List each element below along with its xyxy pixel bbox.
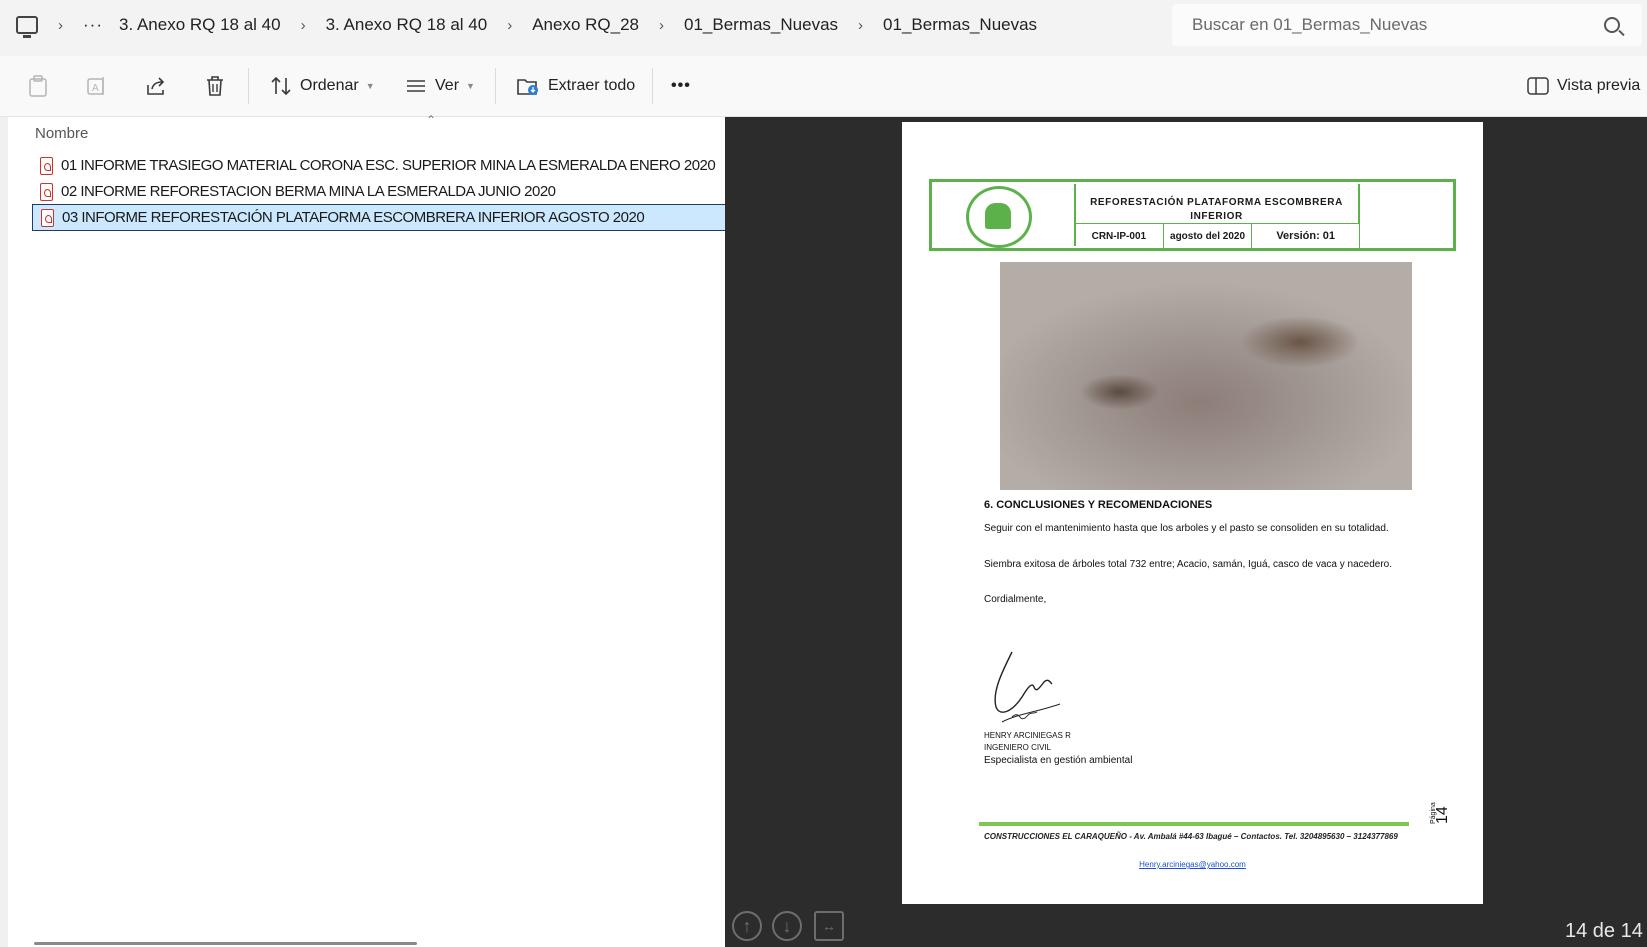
reforestation-photo	[1000, 262, 1412, 490]
sort-ascending-icon: ⌃	[426, 113, 437, 127]
breadcrumb-item[interactable]: 3. Anexo RQ 18 al 40	[326, 15, 488, 35]
closing-text: Cordialmente,	[984, 594, 1047, 605]
fit-width-button[interactable]: ↔	[814, 911, 844, 941]
pdf-page: REFORESTACIÓN PLATAFORMA ESCOMBRERA INFE…	[902, 122, 1483, 904]
more-options-label: •••	[671, 77, 691, 94]
sort-button[interactable]: Ordenar ▼	[270, 56, 375, 116]
preview-pane: REFORESTACIÓN PLATAFORMA ESCOMBRERA INFE…	[725, 117, 1647, 947]
chevron-right-icon[interactable]: ›	[858, 17, 863, 34]
pdf-file-icon	[40, 182, 53, 201]
rename-icon: A	[87, 77, 104, 95]
file-row-selected[interactable]: 03 INFORME REFORESTACIÓN PLATAFORMA ESCO…	[32, 204, 726, 231]
page-counter: 14 de 14	[1565, 920, 1643, 942]
address-bar: › ··· 3. Anexo RQ 18 al 40 › 3. Anexo RQ…	[0, 0, 1647, 50]
breadcrumb-item[interactable]: Anexo RQ_28	[532, 15, 639, 35]
conclusion-paragraph: Seguir con el mantenimiento hasta que lo…	[984, 523, 1389, 534]
company-logo	[934, 184, 1076, 248]
document-header-table: REFORESTACIÓN PLATAFORMA ESCOMBRERA INFE…	[929, 179, 1456, 251]
file-name: 02 INFORME REFORESTACION BERMA MINA LA E…	[61, 183, 556, 200]
chevron-right-icon[interactable]: ›	[301, 17, 306, 34]
paste-button[interactable]	[28, 56, 48, 116]
file-name: 03 INFORME REFORESTACIÓN PLATAFORMA ESCO…	[62, 209, 645, 226]
section-title: 6. CONCLUSIONES Y RECOMENDACIONES	[984, 499, 1213, 511]
document-code-row: CRN-IP-001 agosto del 2020 Versión: 01	[1075, 224, 1360, 248]
search-placeholder: Buscar en 01_Bermas_Nuevas	[1192, 15, 1428, 34]
share-icon	[147, 77, 165, 95]
view-button[interactable]: Ver ▼	[405, 56, 475, 116]
document-code: CRN-IP-001	[1075, 224, 1164, 248]
paste-icon	[29, 75, 47, 97]
document-header-title: REFORESTACIÓN PLATAFORMA ESCOMBRERA INFE…	[1075, 184, 1360, 224]
extract-all-button[interactable]: Extraer todo	[516, 56, 635, 116]
next-page-button[interactable]: ↓	[772, 911, 802, 941]
sort-label: Ordenar	[300, 77, 359, 94]
preview-pane-label: Vista previa	[1557, 77, 1641, 94]
file-name: 01 INFORME TRASIEGO MATERIAL CORONA ESC.…	[61, 157, 716, 174]
footer-email-link[interactable]: Henry.arciniegas@yahoo.com	[902, 860, 1483, 869]
breadcrumb-item-current[interactable]: 01_Bermas_Nuevas	[883, 15, 1037, 35]
file-list-pane: Nombre ⌃ 01 INFORME TRASIEGO MATERIAL CO…	[8, 113, 726, 947]
extract-all-label: Extraer todo	[548, 77, 636, 94]
toolbar-divider	[495, 68, 496, 104]
more-options-button[interactable]: •••	[671, 56, 691, 116]
pdf-file-icon	[40, 156, 53, 175]
document-version: Versión: 01	[1252, 224, 1360, 248]
signature	[994, 651, 1061, 723]
previous-page-button[interactable]: ↑	[732, 911, 762, 941]
svg-text:A: A	[92, 83, 99, 94]
arrow-up-icon: ↑	[742, 915, 752, 936]
arrow-down-icon: ↓	[782, 915, 792, 936]
computer-icon[interactable]	[16, 16, 38, 38]
signer-name: HENRY ARCINIEGAS R	[984, 731, 1071, 740]
chevron-down-icon: ▼	[466, 81, 475, 91]
trash-icon	[207, 76, 223, 96]
document-date: agosto del 2020	[1164, 224, 1253, 248]
footer-contact: CONSTRUCCIONES EL CARAQUEÑO - Av. Ambalá…	[984, 832, 1398, 841]
fit-width-icon: ↔	[822, 918, 836, 934]
svg-text:Página: Página	[1430, 802, 1437, 824]
sort-icon	[271, 76, 291, 96]
page-number-label: 14 Página	[1430, 802, 1451, 824]
preview-pane-icon	[1527, 77, 1549, 95]
search-input[interactable]: Buscar en 01_Bermas_Nuevas	[1172, 4, 1642, 46]
breadcrumb-overflow-button[interactable]: ···	[83, 15, 103, 35]
extract-zip-icon	[517, 79, 538, 95]
breadcrumb-item[interactable]: 01_Bermas_Nuevas	[684, 15, 838, 35]
search-icon[interactable]	[1604, 17, 1620, 33]
command-bar: A Ordenar ▼ Ver ▼ Extraer todo ••• Vista…	[0, 56, 1647, 117]
view-icon	[407, 80, 425, 92]
toolbar-divider	[652, 68, 653, 104]
conclusion-paragraph: Siembra exitosa de árboles total 732 ent…	[984, 559, 1393, 570]
delete-button[interactable]	[205, 56, 225, 116]
chevron-right-icon[interactable]: ›	[58, 17, 63, 34]
file-row[interactable]: 01 INFORME TRASIEGO MATERIAL CORONA ESC.…	[32, 152, 726, 179]
footer-divider	[979, 822, 1409, 826]
breadcrumb: › ··· 3. Anexo RQ 18 al 40 › 3. Anexo RQ…	[16, 10, 1037, 40]
view-label: Ver	[435, 77, 460, 94]
toolbar-divider	[248, 68, 249, 104]
chevron-right-icon[interactable]: ›	[507, 17, 512, 34]
column-header-label: Nombre	[35, 125, 89, 142]
signer-specialty: Especialista en gestión ambiental	[984, 755, 1133, 766]
file-row[interactable]: 02 INFORME REFORESTACION BERMA MINA LA E…	[32, 178, 726, 205]
share-button[interactable]	[145, 56, 167, 116]
rename-button[interactable]: A	[86, 56, 108, 116]
chevron-down-icon: ▼	[365, 81, 375, 91]
pdf-file-icon	[41, 208, 54, 227]
navigation-pane-edge[interactable]	[0, 117, 8, 947]
horizontal-scrollbar[interactable]	[34, 942, 417, 945]
breadcrumb-item[interactable]: 3. Anexo RQ 18 al 40	[119, 15, 281, 35]
logo-emblem	[966, 186, 1032, 248]
signer-title: INGENIERO CIVIL	[984, 743, 1052, 752]
preview-pane-toggle[interactable]: Vista previa	[1527, 56, 1640, 116]
chevron-right-icon[interactable]: ›	[659, 17, 664, 34]
column-header-name[interactable]: Nombre	[35, 125, 88, 142]
